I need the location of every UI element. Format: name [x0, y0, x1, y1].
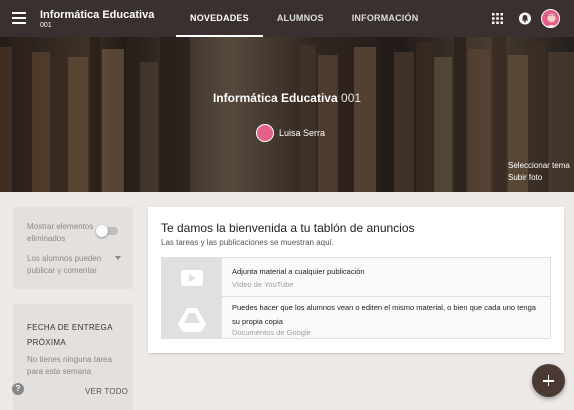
show-deleted-label: Mostrar elementos eliminados — [27, 222, 94, 243]
banner-class-title: Informática Educativa 001 — [0, 91, 574, 105]
youtube-icon — [181, 270, 203, 286]
tab-informacion[interactable]: INFORMACIÓN — [338, 0, 433, 37]
teacher-avatar — [256, 124, 274, 142]
class-banner: Informática Educativa 001 Luisa Serra Se… — [0, 37, 574, 192]
tab-bar: NOVEDADES ALUMNOS INFORMACIÓN — [176, 0, 432, 37]
top-app-bar: Informática Educativa 001 NOVEDADES ALUM… — [0, 0, 574, 37]
bell-icon[interactable] — [519, 12, 531, 25]
tip-title: Adjunta material a cualquier publicación — [232, 267, 365, 276]
upcoming-title: FECHA DE ENTREGA PRÓXIMA — [27, 323, 113, 347]
student-permissions-select[interactable]: Los alumnos pueden publicar y comentar — [27, 253, 117, 277]
tip-title: Puedes hacer que los alumnos vean o edit… — [232, 303, 536, 326]
class-title: Informática Educativa — [40, 9, 155, 21]
upcoming-empty-text: No tienes ninguna tarea para esta semana — [27, 355, 112, 376]
drive-tile — [162, 297, 222, 338]
tip-source: Vídeo de YouTube — [232, 280, 294, 289]
toggle-knob — [96, 225, 108, 237]
help-icon[interactable]: ? — [12, 383, 24, 395]
teacher-chip[interactable]: Luisa Serra — [256, 124, 325, 142]
menu-icon[interactable] — [12, 12, 26, 24]
upload-photo-link[interactable]: Subir foto — [508, 173, 542, 182]
select-theme-link[interactable]: Seleccionar tema — [508, 161, 570, 170]
tip-item-youtube[interactable]: Adjunta material a cualquier publicación… — [161, 257, 551, 297]
tab-novedades[interactable]: NOVEDADES — [176, 0, 263, 37]
show-deleted-toggle[interactable] — [96, 225, 118, 237]
class-section: 001 — [40, 22, 52, 29]
chevron-down-icon[interactable] — [115, 256, 121, 260]
class-brand[interactable]: Informática Educativa 001 — [40, 9, 154, 30]
view-all-button[interactable]: VER TODO — [85, 387, 128, 396]
youtube-tile — [162, 258, 222, 296]
tab-alumnos[interactable]: ALUMNOS — [263, 0, 338, 37]
welcome-title: Te damos la bienvenida a tu tablón de an… — [161, 221, 415, 235]
tip-item-drive[interactable]: Puedes hacer que los alumnos vean o edit… — [161, 296, 551, 339]
drive-icon — [178, 308, 206, 332]
stream-settings-card: Mostrar elementos eliminados Los alumnos… — [13, 207, 133, 289]
banner-class-name: Informática Educativa — [212, 91, 338, 105]
apps-icon[interactable] — [492, 13, 503, 24]
welcome-card: Te damos la bienvenida a tu tablón de an… — [148, 207, 564, 353]
avatar[interactable] — [541, 9, 560, 28]
banner-class-section: 001 — [341, 91, 362, 105]
teacher-name: Luisa Serra — [279, 128, 326, 138]
welcome-subtitle: Las tareas y las publicaciones se muestr… — [161, 238, 334, 247]
books-background-image — [0, 37, 574, 192]
tip-source: Documentos de Google — [232, 328, 311, 337]
add-button[interactable] — [532, 364, 565, 397]
